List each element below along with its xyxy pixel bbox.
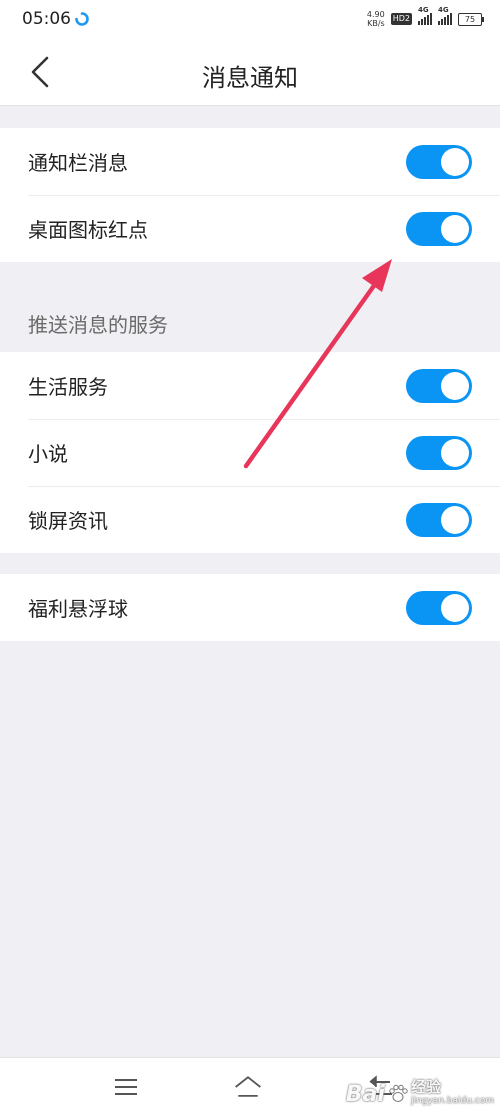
toggle-knob bbox=[441, 505, 469, 534]
system-navigation-bar: Bai 经验 jingyan.baidu.com bbox=[0, 1057, 500, 1116]
title-bar: 消息通知 bbox=[0, 40, 500, 106]
home-icon[interactable] bbox=[233, 1072, 263, 1102]
toggle-knob bbox=[441, 371, 469, 400]
section-header-push: 推送消息的服务 bbox=[28, 313, 168, 337]
status-bar: 05:06 4.90 KB/s HD2 4G 4G 75 bbox=[0, 0, 500, 40]
floating-ball-toggle[interactable] bbox=[406, 590, 472, 625]
floating-ball-group: 福利悬浮球 bbox=[0, 574, 500, 641]
page-title: 消息通知 bbox=[202, 64, 298, 92]
notification-bar-toggle[interactable] bbox=[406, 144, 472, 179]
loading-icon bbox=[75, 12, 89, 26]
paw-icon bbox=[389, 1084, 408, 1102]
watermark-sub: 经验 jingyan.baidu.com bbox=[410, 1078, 494, 1107]
setting-row-life-services: 生活服务 bbox=[0, 352, 500, 419]
status-indicators: 4.90 KB/s HD2 4G 4G 75 bbox=[366, 6, 484, 29]
setting-label: 福利悬浮球 bbox=[28, 597, 128, 621]
setting-row-badge: 桌面图标红点 bbox=[0, 195, 500, 262]
toggle-knob bbox=[441, 438, 469, 467]
push-services-group: 生活服务 小说 锁屏资讯 bbox=[0, 352, 500, 553]
menu-icon[interactable] bbox=[111, 1072, 141, 1102]
setting-row-floating-ball: 福利悬浮球 bbox=[0, 574, 500, 641]
setting-label: 桌面图标红点 bbox=[28, 218, 148, 242]
setting-row-notification-bar: 通知栏消息 bbox=[0, 128, 500, 195]
status-time: 05:06 bbox=[22, 9, 71, 29]
hd-voice-icon: HD2 bbox=[390, 13, 412, 25]
setting-label: 通知栏消息 bbox=[28, 151, 128, 175]
novel-toggle[interactable] bbox=[406, 435, 472, 470]
toggle-knob bbox=[441, 147, 469, 176]
notification-settings-group: 通知栏消息 桌面图标红点 bbox=[0, 128, 500, 262]
watermark-brand: Bai bbox=[345, 1081, 385, 1107]
watermark: Bai 经验 jingyan.baidu.com bbox=[346, 1074, 494, 1114]
signal-icon-2: 4G bbox=[438, 6, 452, 25]
life-services-toggle[interactable] bbox=[406, 368, 472, 403]
setting-label: 生活服务 bbox=[28, 375, 108, 399]
setting-label: 小说 bbox=[28, 442, 68, 466]
signal-icon: 4G bbox=[418, 6, 432, 25]
badge-toggle[interactable] bbox=[406, 211, 472, 246]
toggle-knob bbox=[441, 214, 469, 243]
lockscreen-news-toggle[interactable] bbox=[406, 502, 472, 537]
battery-icon: 75 bbox=[458, 12, 484, 26]
setting-row-novel: 小说 bbox=[0, 419, 500, 486]
network-speed: 4.90 KB/s bbox=[366, 10, 385, 28]
setting-row-lockscreen-news: 锁屏资讯 bbox=[0, 486, 500, 553]
toggle-knob bbox=[441, 593, 469, 622]
setting-label: 锁屏资讯 bbox=[28, 509, 108, 533]
